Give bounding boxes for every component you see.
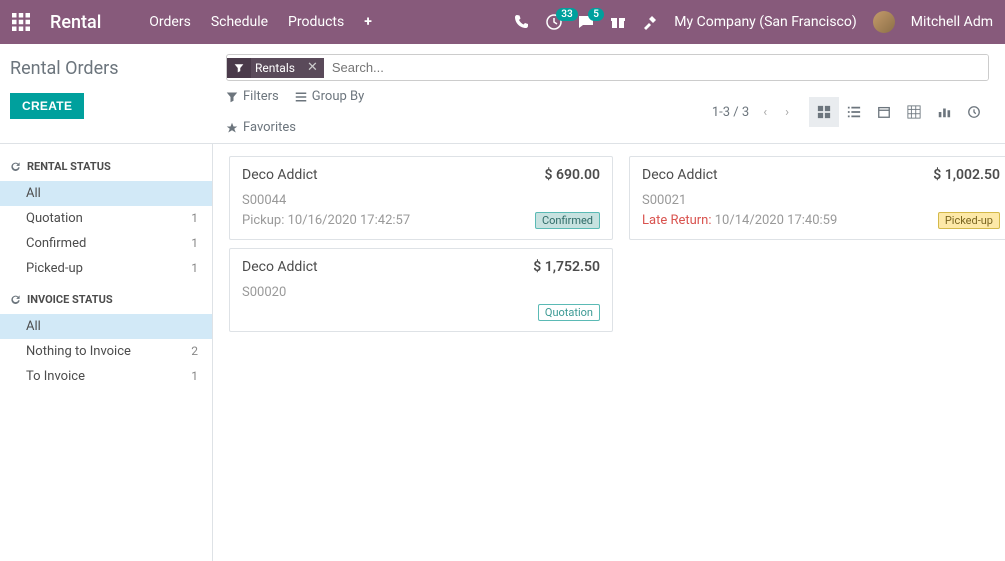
kanban-column: Deco Addict $ 1,002.50 S00021 Late Return: … [629,156,1005,240]
main-content: RENTAL STATUS AllQuotation1Confirmed1Pic… [0,144,1005,561]
top-nav: Rental Orders Schedule Products + 33 5 M… [0,0,1005,44]
card-title: Deco Addict [242,259,318,275]
app-brand[interactable]: Rental [50,12,101,33]
sidebar-item[interactable]: All [0,181,212,206]
card-ref: S00044 [242,193,600,208]
view-graph-icon[interactable] [929,97,959,127]
company-switcher[interactable]: My Company (San Francisco) [674,14,856,30]
sidebar-item-count: 1 [191,261,198,276]
facet-label: Rentals [251,58,301,78]
search-input[interactable] [324,55,988,80]
sidebar-item-label: Confirmed [26,236,86,251]
messages-icon[interactable]: 5 [578,14,594,30]
create-button[interactable]: CREATE [10,93,84,119]
refresh-icon [10,161,21,172]
card-amount: $ 1,752.50 [533,259,600,275]
avatar[interactable] [873,11,895,33]
sidebar-item[interactable]: All [0,314,212,339]
filter-icon [227,58,251,78]
sidebar-item-count: 1 [191,236,198,251]
card-amount: $ 690.00 [545,167,600,183]
nav-menu: Orders Schedule Products + [149,14,372,30]
view-switcher [809,97,989,127]
pager: 1-3 / 3 ‹ › [712,101,793,124]
sidebar-item-label: All [26,319,41,334]
order-card[interactable]: Deco Addict $ 1,002.50 S00021 Late Return: … [629,156,1005,240]
kanban-column: Deco Addict $ 690.00 S00044 Pickup: 10/16/2… [229,156,613,332]
nav-plus[interactable]: + [364,14,372,30]
status-badge: Confirmed [535,212,600,229]
status-badge: Picked-up [938,212,1000,229]
sidebar-item-label: To Invoice [26,369,85,384]
view-calendar-icon[interactable] [869,97,899,127]
messages-badge: 5 [588,8,604,21]
sidebar-item[interactable]: Confirmed 1 [0,231,212,256]
card-title: Deco Addict [242,167,318,183]
nav-right: 33 5 My Company (San Francisco) Mitchell… [514,11,993,33]
sidebar-item[interactable]: Picked-up 1 [0,256,212,281]
sidebar-item-label: Picked-up [26,261,83,276]
kanban-content: Deco Addict $ 690.00 S00044 Pickup: 10/16/2… [213,144,1005,561]
sidebar: RENTAL STATUS AllQuotation1Confirmed1Pic… [0,144,213,561]
gift-icon[interactable] [610,14,626,30]
favorites-button[interactable]: Favorites [226,120,450,135]
view-pivot-icon[interactable] [899,97,929,127]
view-kanban-icon[interactable] [809,97,839,127]
sidebar-item-count: 2 [191,344,198,359]
user-name[interactable]: Mitchell Adm [911,14,993,30]
activities-icon[interactable]: 33 [546,14,562,30]
pager-prev-icon[interactable]: ‹ [759,101,771,124]
sidebar-header-rental: RENTAL STATUS [0,156,212,181]
pager-next-icon[interactable]: › [781,101,793,124]
nav-products[interactable]: Products [288,14,344,30]
sidebar-item-label: All [26,186,41,201]
search-facet: Rentals ✕ [227,58,324,78]
breadcrumb: Rental Orders [10,54,210,79]
apps-icon[interactable] [12,13,30,31]
pager-text: 1-3 / 3 [712,105,749,120]
refresh-icon [10,294,21,305]
sidebar-item[interactable]: Nothing to Invoice 2 [0,339,212,364]
card-amount: $ 1,002.50 [933,167,1000,183]
sidebar-item-label: Quotation [26,211,83,226]
status-badge: Quotation [538,304,600,321]
nav-orders[interactable]: Orders [149,14,191,30]
card-date: Pickup: 10/16/2020 17:42:57 [242,213,410,228]
filters-button[interactable]: Filters [226,89,279,104]
tools-icon[interactable] [642,14,658,30]
toolbar: Filters Group By Favorites 1-3 / 3 ‹ › [226,89,989,135]
sidebar-item-label: Nothing to Invoice [26,344,131,359]
sidebar-item[interactable]: Quotation 1 [0,206,212,231]
search-bar[interactable]: Rentals ✕ [226,54,989,81]
phone-icon[interactable] [514,14,530,30]
card-title: Deco Addict [642,167,718,183]
facet-close-icon[interactable]: ✕ [301,60,324,75]
nav-schedule[interactable]: Schedule [211,14,268,30]
order-card[interactable]: Deco Addict $ 690.00 S00044 Pickup: 10/16/2… [229,156,613,240]
card-ref: S00020 [242,285,600,300]
view-list-icon[interactable] [839,97,869,127]
card-date: Late Return: 10/14/2020 17:40:59 [642,213,837,228]
control-panel: Rental Orders CREATE Rentals ✕ Filters G… [0,44,1005,144]
card-ref: S00021 [642,193,1000,208]
activities-badge: 33 [556,8,577,21]
groupby-button[interactable]: Group By [295,89,365,104]
sidebar-item-count: 1 [191,211,198,226]
sidebar-item-count: 1 [191,369,198,384]
view-activity-icon[interactable] [959,97,989,127]
order-card[interactable]: Deco Addict $ 1,752.50 S00020 Quotation [229,248,613,332]
sidebar-item[interactable]: To Invoice 1 [0,364,212,389]
sidebar-header-invoice: INVOICE STATUS [0,289,212,314]
